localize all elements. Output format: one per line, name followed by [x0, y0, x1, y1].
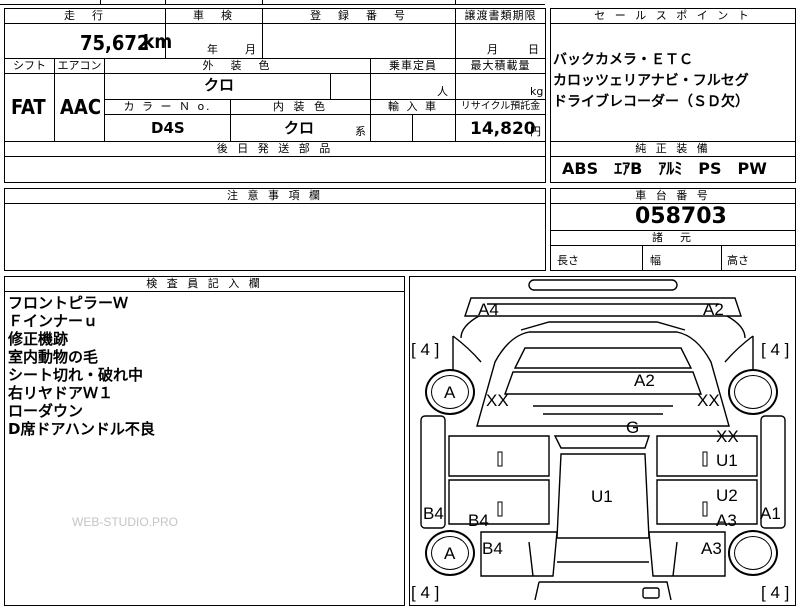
tread-bottom-left: [ 4 ] [411, 583, 440, 602]
mileage-value: 75,672 [80, 31, 150, 55]
max-load-unit: kg [530, 85, 544, 98]
header-shift: シフト [4, 58, 55, 74]
transfer-month-unit: 月 [487, 43, 498, 56]
mileage-unit: km [143, 31, 173, 53]
recycle-unit: 円 [530, 125, 541, 138]
header-exterior-color: 外 装 色 [104, 58, 371, 74]
header-capacity: 乗車定員 [370, 58, 456, 74]
later-parts-box [4, 156, 546, 183]
header-color-no: カ ラ ー Ｎ o. [104, 99, 231, 115]
tire-rear-left-grade: A [444, 544, 456, 563]
damage-code-b4-left-edge: B4 [423, 504, 444, 523]
sales-point: カロッツェリアナビ・フルセグ [553, 73, 749, 89]
header-chassis-no: 車 台 番 号 [550, 188, 796, 204]
interior-color-suffix: 系 [355, 125, 366, 138]
factory-equipment-value: ABS ｴｱB ｱﾙﾐ PS PW [562, 159, 767, 178]
aircon-value: AAC [60, 95, 102, 119]
damage-code-a3-right-door: A3 [716, 511, 737, 530]
inspector-note: 室内動物の毛 [8, 348, 99, 366]
damage-code-a2-top-right: A2 [703, 300, 724, 319]
dim-width-label: 幅 [650, 254, 661, 267]
inspector-notes-list: フロントピラーＷ Ｆインナーｕ 修正機跡 室内動物の毛 シート切れ・破れ中 右リ… [8, 294, 155, 438]
top-strip [0, 0, 800, 5]
header-factory-equipment: 純 正 装 備 [550, 141, 796, 157]
header-inspector-notes: 検 査 員 記 入 欄 [4, 276, 405, 292]
tread-bottom-right: [ 4 ] [761, 583, 790, 602]
transfer-day-unit: 日 [528, 43, 539, 56]
tread-top-left: [ 4 ] [411, 340, 440, 359]
tire-front-right [728, 369, 778, 415]
inspector-note: シート切れ・破れ中 [8, 366, 144, 384]
damage-code-u1-center: U1 [591, 487, 613, 506]
tread-top-left-value: 4 [420, 340, 430, 359]
tread-top-right-value: 4 [770, 340, 780, 359]
damage-code-u1-right: U1 [716, 451, 738, 470]
inspector-note: 右リヤドアＷ１ [8, 384, 114, 402]
sales-point: バックカメラ・ＥＴＣ [553, 52, 693, 68]
tread-top-right: [ 4 ] [761, 340, 790, 359]
damage-code-a2-roof: A2 [634, 371, 655, 390]
header-transfer-deadline: 譲渡書類期限 [455, 8, 546, 24]
inspector-note: 修正機跡 [8, 330, 69, 348]
recycle-fee-value: 14,820 [470, 119, 536, 139]
damage-code-u2-right: U2 [716, 486, 738, 505]
header-mileage: 走 行 [4, 8, 166, 24]
tread-bottom-right-value: 4 [770, 583, 780, 602]
header-interior-color: 内 装 色 [230, 99, 371, 115]
shift-value: FAT [11, 95, 46, 119]
inspector-note: D席ドアハンドル不良 [8, 420, 155, 438]
header-dimensions: 諸 元 [550, 230, 796, 246]
header-caution: 注 意 事 項 欄 [4, 188, 546, 204]
sales-points-list: バックカメラ・ＥＴＣ カロッツェリアナビ・フルセグ ドライブレコーダー（ＳＤ欠） [553, 50, 749, 113]
header-sales-points: セ ー ル ス ポ イ ン ト [550, 8, 796, 24]
tire-front-left-grade: A [444, 383, 456, 402]
interior-color-value: クロ [284, 119, 315, 137]
shaken-year-unit: 年 [207, 43, 218, 56]
damage-code-xx-left: XX [486, 391, 509, 410]
header-recycle: リサイクル預託金 [455, 99, 546, 115]
header-aircon: エアコン [54, 58, 105, 74]
vehicle-info-grid [4, 8, 546, 143]
header-registration: 登 録 番 号 [262, 8, 456, 24]
tread-bottom-left-value: 4 [420, 583, 430, 602]
damage-code-b4-left-rear: B4 [482, 539, 503, 558]
shaken-month-unit: 月 [245, 43, 256, 56]
color-no-value: D4S [151, 119, 185, 137]
exterior-color-value: クロ [204, 76, 235, 94]
damage-code-a4: A4 [478, 300, 499, 319]
sales-point: ドライブレコーダー（ＳＤ欠） [553, 94, 749, 110]
damage-code-b4-left-door: B4 [468, 511, 489, 530]
damage-code-xx-rear-right: XX [716, 427, 739, 446]
header-later-parts: 後 日 発 送 部 品 [4, 141, 546, 157]
inspector-note: フロントピラーＷ [8, 294, 129, 312]
header-shaken: 車 検 [165, 8, 263, 24]
inspector-note: Ｆインナーｕ [8, 312, 99, 330]
damage-code-xx-right: XX [697, 391, 720, 410]
capacity-unit: 人 [437, 85, 448, 98]
watermark: WEB-STUDIO.PRO [72, 515, 179, 529]
tire-rear-right [728, 530, 778, 576]
inspector-note: ローダウン [8, 402, 84, 420]
damage-code-a1-right-edge: A1 [760, 504, 781, 523]
header-import: 輸 入 車 [370, 99, 456, 115]
header-max-load: 最大積載量 [455, 58, 546, 74]
chassis-no-value: 058703 [635, 204, 727, 229]
damage-code-g: G [626, 418, 640, 437]
dim-length-label: 長さ [557, 254, 579, 267]
dim-height-label: 高さ [727, 254, 749, 267]
damage-code-a3-right-rear: A3 [701, 539, 722, 558]
